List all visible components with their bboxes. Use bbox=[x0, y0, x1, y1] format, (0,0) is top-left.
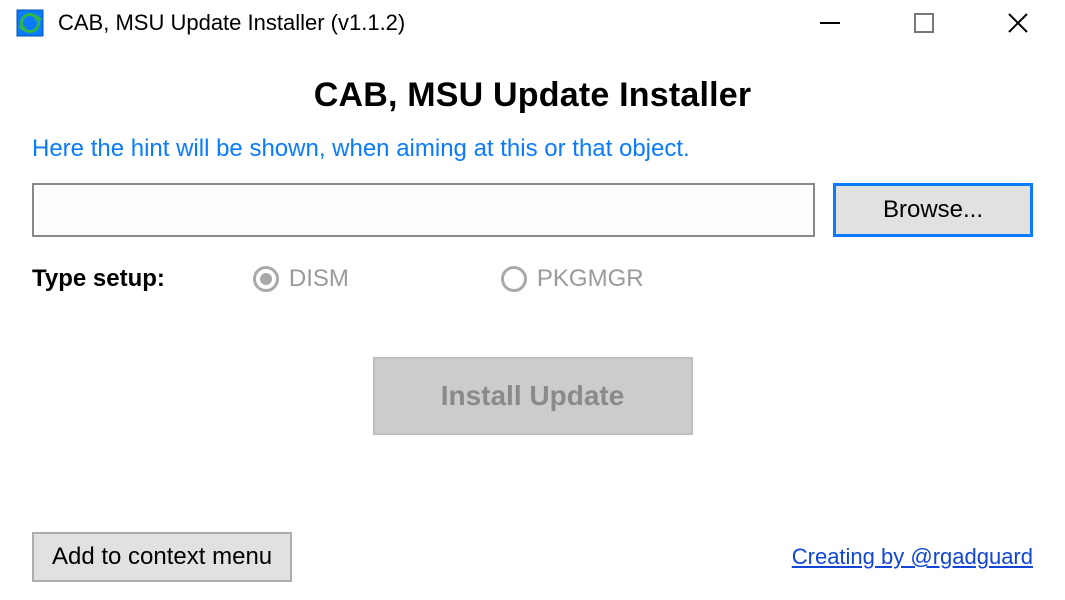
type-setup-row: Type setup: DISM PKGMGR bbox=[32, 265, 1033, 293]
client-area: CAB, MSU Update Installer Here the hint … bbox=[0, 46, 1065, 600]
file-path-input[interactable] bbox=[32, 183, 815, 237]
application-window: CAB, MSU Update Installer (v1.1.2) CAB, … bbox=[0, 0, 1065, 600]
maximize-button[interactable] bbox=[877, 0, 971, 46]
radio-dism-label: DISM bbox=[289, 265, 349, 293]
add-to-context-menu-button[interactable]: Add to context menu bbox=[32, 532, 292, 582]
browse-button[interactable]: Browse... bbox=[833, 183, 1033, 237]
app-icon bbox=[16, 9, 44, 37]
install-update-button[interactable]: Install Update bbox=[373, 357, 693, 435]
radio-dism[interactable]: DISM bbox=[253, 265, 349, 293]
titlebar: CAB, MSU Update Installer (v1.1.2) bbox=[0, 0, 1065, 46]
minimize-button[interactable] bbox=[783, 0, 877, 46]
window-controls bbox=[783, 0, 1065, 46]
credit-link[interactable]: Creating by @rgadguard bbox=[792, 544, 1033, 570]
close-button[interactable] bbox=[971, 0, 1065, 46]
page-title: CAB, MSU Update Installer bbox=[32, 76, 1033, 115]
radio-icon bbox=[501, 266, 527, 292]
footer: Add to context menu Creating by @rgadgua… bbox=[32, 532, 1033, 582]
radio-pkgmgr[interactable]: PKGMGR bbox=[501, 265, 644, 293]
radio-icon bbox=[253, 266, 279, 292]
hint-text: Here the hint will be shown, when aiming… bbox=[32, 135, 1033, 163]
file-row: Browse... bbox=[32, 183, 1033, 237]
type-setup-label: Type setup: bbox=[32, 265, 165, 293]
window-title: CAB, MSU Update Installer (v1.1.2) bbox=[58, 10, 783, 36]
radio-pkgmgr-label: PKGMGR bbox=[537, 265, 644, 293]
